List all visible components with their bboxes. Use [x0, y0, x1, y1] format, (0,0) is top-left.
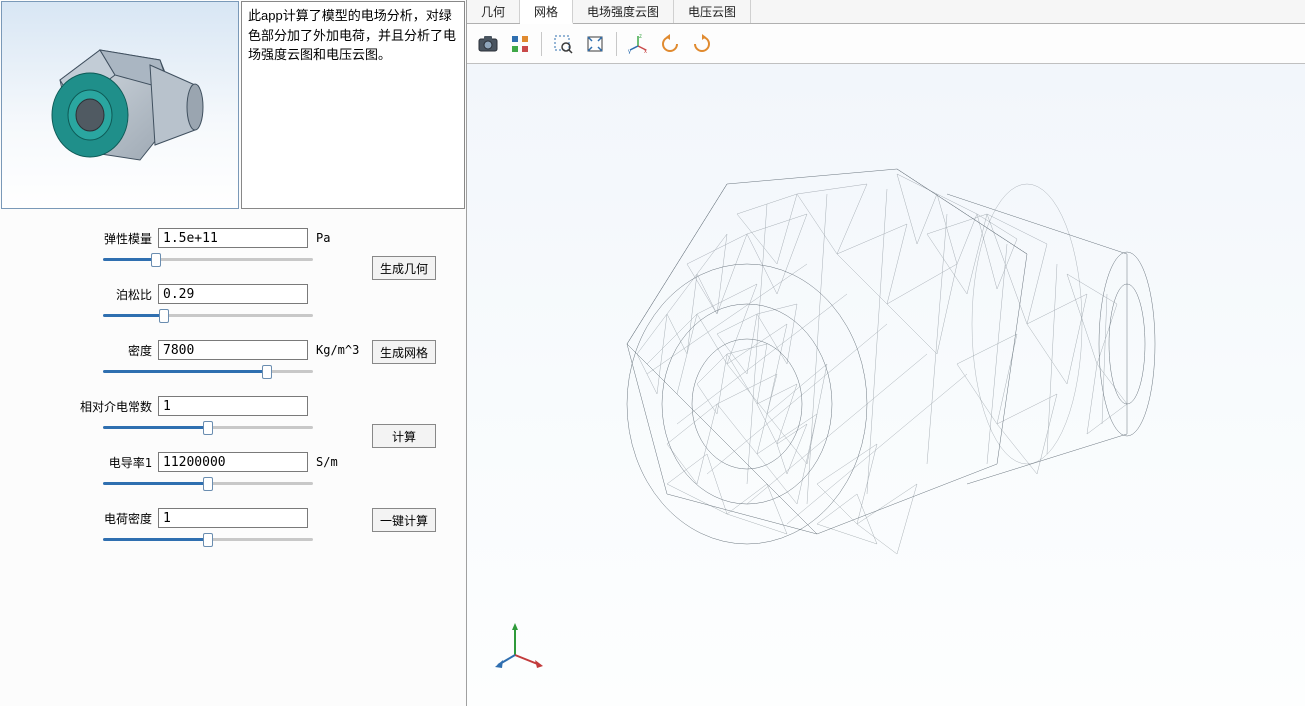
input-elastic-modulus[interactable]: [158, 228, 308, 248]
label-conductivity1: 电导率1: [8, 454, 158, 471]
rotate-ccw-icon[interactable]: [655, 29, 685, 59]
slider-conductivity1[interactable]: [103, 476, 313, 480]
field-elastic-modulus: 弹性模量 Pa: [8, 228, 458, 248]
top-row: 此app计算了模型的电场分析，对绿色部分加了外加电荷，并且分析了电场强度云图和电…: [0, 0, 466, 210]
left-panel: 此app计算了模型的电场分析，对绿色部分加了外加电荷，并且分析了电场强度云图和电…: [0, 0, 467, 706]
axis-toggle-icon[interactable]: z x y: [623, 29, 653, 59]
screenshot-icon[interactable]: [473, 29, 503, 59]
gen-geometry-button[interactable]: 生成几何: [372, 256, 436, 280]
description-box: 此app计算了模型的电场分析，对绿色部分加了外加电荷，并且分析了电场强度云图和电…: [241, 1, 465, 209]
zoom-extents-icon[interactable]: [580, 29, 610, 59]
form-area: 弹性模量 Pa 泊松比 密度 Kg/m^3: [0, 210, 466, 706]
unit-conductivity1: S/m: [308, 455, 338, 469]
toolbar-separator: [616, 32, 617, 56]
slider-density[interactable]: [103, 364, 313, 368]
viewport-toolbar: z x y: [467, 24, 1305, 64]
tab-geometry[interactable]: 几何: [467, 0, 520, 23]
unit-density: Kg/m^3: [308, 343, 359, 357]
slider-elastic-modulus[interactable]: [103, 252, 313, 256]
label-charge-density: 电荷密度: [8, 510, 158, 527]
description-text: 此app计算了模型的电场分析，对绿色部分加了外加电荷，并且分析了电场强度云图和电…: [248, 8, 456, 62]
thumbnail-svg: [20, 20, 220, 190]
input-conductivity1[interactable]: [158, 452, 308, 472]
label-density: 密度: [8, 342, 158, 359]
rotate-cw-icon[interactable]: [687, 29, 717, 59]
input-density[interactable]: [158, 340, 308, 360]
compute-button[interactable]: 计算: [372, 424, 436, 448]
svg-text:x: x: [644, 49, 647, 54]
label-poisson-ratio: 泊松比: [8, 286, 158, 303]
svg-text:z: z: [639, 34, 642, 40]
slider-poisson-ratio[interactable]: [103, 308, 313, 312]
input-poisson-ratio[interactable]: [158, 284, 308, 304]
gen-mesh-button[interactable]: 生成网格: [372, 340, 436, 364]
slider-charge-density[interactable]: [103, 532, 313, 536]
tab-mesh[interactable]: 网格: [520, 0, 573, 24]
button-column: 生成几何 生成网格 计算 一键计算: [372, 256, 436, 532]
app-root: 此app计算了模型的电场分析，对绿色部分加了外加电荷，并且分析了电场强度云图和电…: [0, 0, 1305, 706]
model-thumbnail: [1, 1, 239, 209]
compute-all-button[interactable]: 一键计算: [372, 508, 436, 532]
svg-text:y: y: [628, 49, 631, 54]
right-panel: 几何 网格 电场强度云图 电压云图 z x y: [467, 0, 1305, 706]
tab-voltage-plot[interactable]: 电压云图: [674, 0, 751, 23]
tabbar: 几何 网格 电场强度云图 电压云图: [467, 0, 1305, 24]
axis-triad: [495, 620, 545, 670]
viewport-3d[interactable]: [467, 64, 1305, 706]
zoom-window-icon[interactable]: [548, 29, 578, 59]
mesh-wireframe: [467, 64, 1305, 704]
input-charge-density[interactable]: [158, 508, 308, 528]
label-rel-permittivity: 相对介电常数: [8, 398, 158, 415]
slider-rel-permittivity[interactable]: [103, 420, 313, 424]
unit-elastic-modulus: Pa: [308, 231, 330, 245]
label-elastic-modulus: 弹性模量: [8, 230, 158, 247]
toolbar-separator: [541, 32, 542, 56]
select-mode-icon[interactable]: [505, 29, 535, 59]
tab-efield-plot[interactable]: 电场强度云图: [573, 0, 674, 23]
input-rel-permittivity[interactable]: [158, 396, 308, 416]
